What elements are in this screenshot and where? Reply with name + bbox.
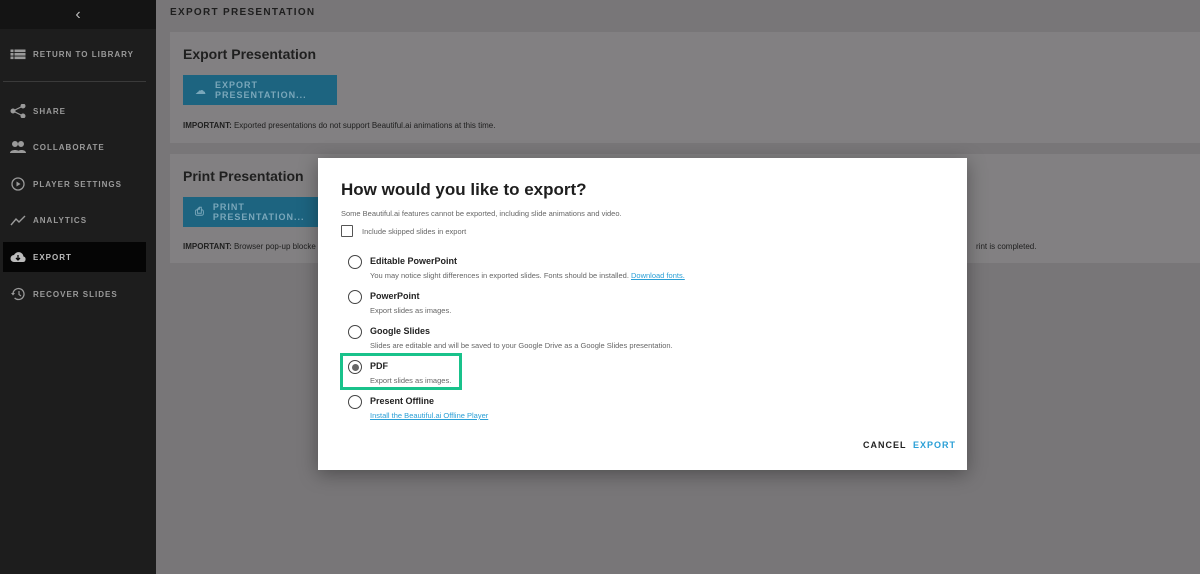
collapse-sidebar-button[interactable]: ‹ — [0, 0, 156, 29]
radio-button[interactable] — [348, 255, 362, 269]
sidebar-item-label: RECOVER SLIDES — [33, 289, 118, 299]
sidebar-item-recover-slides[interactable]: RECOVER SLIDES — [3, 279, 146, 309]
divider — [3, 81, 146, 82]
note-text: Exported presentations do not support Be… — [231, 121, 496, 130]
sidebar-item-share[interactable]: SHARE — [3, 96, 146, 126]
sidebar: ‹ RETURN TO LIBRARY SHARE COLLABORATE PL… — [0, 0, 156, 574]
radio-button[interactable] — [348, 290, 362, 304]
list-icon — [10, 49, 26, 60]
cloud-download-icon: ☁ — [195, 84, 207, 97]
option-editable-powerpoint[interactable]: Editable PowerPoint You may notice slight… — [348, 255, 685, 280]
install-offline-player-link[interactable]: Install the Beautiful.ai Offline Player — [370, 411, 488, 420]
option-desc: Export slides as images. — [370, 306, 452, 315]
sidebar-item-label: PLAYER SETTINGS — [33, 179, 122, 189]
chart-line-icon — [10, 215, 26, 226]
include-skipped-checkbox[interactable]: Include skipped slides in export — [341, 225, 466, 237]
sidebar-item-export[interactable]: EXPORT — [3, 242, 146, 272]
option-label: PowerPoint — [370, 291, 420, 301]
option-powerpoint[interactable]: PowerPoint Export slides as images. — [348, 290, 452, 315]
sidebar-item-label: EXPORT — [33, 252, 72, 262]
sidebar-item-label: SHARE — [33, 106, 67, 116]
export-card: Export Presentation ☁ EXPORT PRESENTATION… — [170, 32, 1200, 143]
people-icon — [10, 141, 26, 153]
option-present-offline[interactable]: Present Offline Install the Beautiful.ai … — [348, 395, 488, 420]
history-icon — [11, 287, 25, 301]
option-label: Present Offline — [370, 396, 435, 406]
note-bold: IMPORTANT: — [183, 242, 232, 251]
export-heading: Export Presentation — [183, 46, 317, 62]
option-label: Google Slides — [370, 326, 431, 336]
radio-button[interactable] — [348, 395, 362, 409]
note-bold: IMPORTANT: — [183, 121, 232, 130]
sidebar-item-player-settings[interactable]: PLAYER SETTINGS — [3, 169, 146, 199]
print-heading: Print Presentation — [183, 168, 304, 184]
checkbox[interactable] — [341, 225, 353, 237]
sidebar-item-analytics[interactable]: ANALYTICS — [3, 205, 146, 235]
cancel-button[interactable]: CANCEL — [863, 440, 907, 450]
button-label: EXPORT PRESENTATION... — [215, 80, 307, 100]
option-desc: You may notice slight differences in exp… — [370, 271, 631, 280]
export-note: IMPORTANT: Exported presentations do not… — [183, 121, 495, 130]
sidebar-item-label: COLLABORATE — [33, 142, 105, 152]
dialog-title: How would you like to export? — [341, 180, 587, 199]
print-note-tail: rint is completed. — [976, 242, 1037, 251]
option-google-slides[interactable]: Google Slides Slides are editable and wil… — [348, 325, 673, 350]
print-presentation-button[interactable]: ⎙ PRINT PRESENTATION... — [183, 197, 337, 227]
export-dialog: How would you like to export? Some Beaut… — [318, 158, 967, 470]
printer-icon: ⎙ — [195, 205, 205, 218]
option-desc: Slides are editable and will be saved to… — [370, 341, 673, 350]
cloud-download-icon — [10, 252, 26, 262]
note-text: Browser pop-up blocke — [231, 242, 316, 251]
radio-button[interactable] — [348, 325, 362, 339]
sidebar-item-return-to-library[interactable]: RETURN TO LIBRARY — [3, 39, 146, 69]
option-label: Editable PowerPoint — [370, 256, 458, 266]
checkbox-label: Include skipped slides in export — [362, 226, 467, 236]
page-title: EXPORT PRESENTATION — [170, 7, 316, 18]
dialog-subtitle: Some Beautiful.ai features cannot be exp… — [341, 209, 622, 218]
chevron-left-icon: ‹ — [75, 5, 81, 23]
highlight-box — [340, 353, 462, 390]
share-icon — [10, 104, 26, 118]
download-fonts-link[interactable]: Download fonts. — [631, 271, 685, 280]
export-button[interactable]: EXPORT — [913, 440, 956, 450]
print-note: IMPORTANT: Browser pop-up blocke — [183, 242, 316, 251]
sidebar-item-label: ANALYTICS — [33, 215, 88, 225]
export-presentation-button[interactable]: ☁ EXPORT PRESENTATION... — [183, 75, 337, 105]
sidebar-item-label: RETURN TO LIBRARY — [33, 49, 134, 59]
play-circle-icon — [11, 177, 25, 191]
sidebar-item-collaborate[interactable]: COLLABORATE — [3, 132, 146, 162]
